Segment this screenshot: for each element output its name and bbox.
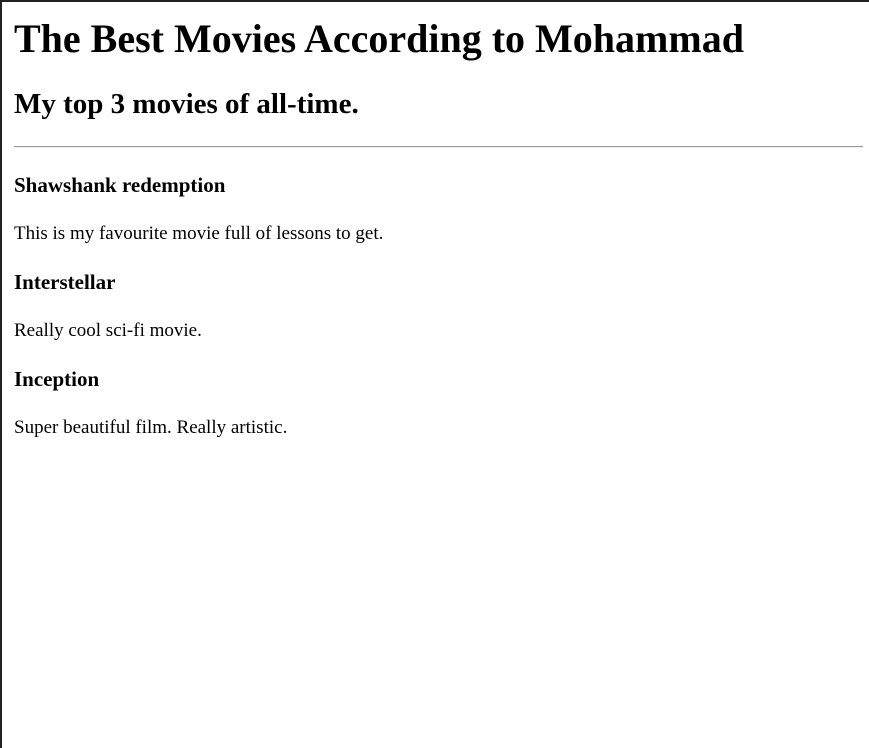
movie-title-interstellar: Interstellar [14,270,116,294]
section-divider [14,146,863,148]
movie-description-interstellar: Really cool sci-fi movie. [14,320,202,341]
page-title: The Best Movies According to Mohammad [14,16,744,61]
movie-title-inception: Inception [14,367,100,391]
browser-viewport: The Best Movies According to Mohammad My… [0,0,869,748]
movie-description-shawshank: This is my favourite movie full of lesso… [14,223,384,244]
movie-description-inception: Super beautiful film. Really artistic. [14,417,288,438]
movie-title-shawshank: Shawshank redemption [14,173,226,197]
page-subtitle: My top 3 movies of all-time. [14,88,359,120]
